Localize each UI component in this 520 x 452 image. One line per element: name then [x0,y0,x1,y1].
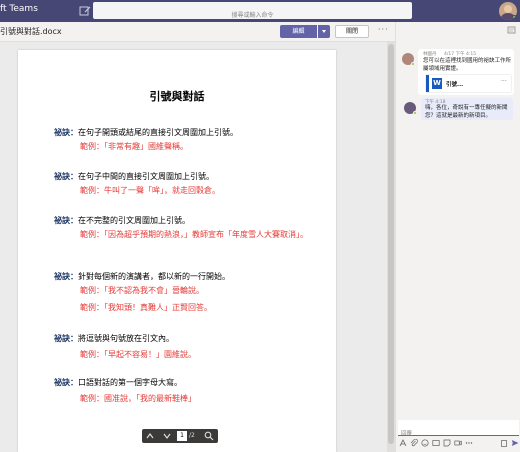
app-name: ft Teams [0,4,38,14]
file-name: 引號... [446,82,464,88]
example-line: 範例：「我不認為我不會」晉輪說。 [80,286,204,295]
edit-button[interactable]: 編輯 [280,25,317,38]
scrollbar-thumb[interactable] [388,44,394,444]
avatar-face [504,5,512,13]
example-line: 範例：牛叫了一聲「哞」，就走回穀倉。 [80,186,220,195]
message-author: 林國丹 [423,52,437,57]
title-bar: ft Teams [0,0,520,24]
clipboard-icon[interactable] [500,439,508,447]
chat-options-icon[interactable] [507,26,516,35]
document-viewer[interactable]: 引號與對話 祕訣：在句子開頭或結尾的直接引文周圍加上引號。 範例：「非常有趣」國… [0,42,387,452]
zoom-icon[interactable] [204,431,214,441]
tip-text: 在句子開頭或結尾的直接引文周圍加上引號。 [78,128,238,137]
tip-line: 祕訣：在句子中間的直接引文周圍加上引號。 [54,171,324,183]
reply-composer[interactable] [398,420,519,442]
tip-line: 祕訣：口語對話的第一個字母大寫。 [54,377,324,389]
chat-pane: 林國丹 4/17 下午 4:15 您可以在這裡找到國用的祕訣工作所屬領域用實證。… [395,22,520,452]
emoji-icon[interactable] [421,439,429,447]
message-text: 您可以在這裡找到國用的祕訣工作所屬領域用實證。 [423,58,512,72]
document-title: 引號與對話 [149,90,205,103]
tip-keyword: 祕訣： [54,272,78,281]
gif-icon[interactable] [432,439,440,447]
chevron-down-icon[interactable] [163,432,171,440]
example-line: 範例：國准說，「我的最新鞋棒」 [80,394,196,403]
sender-avatar[interactable] [404,102,417,115]
example-line: 範例：「我知頭！真難人」正賢回答。 [80,303,212,312]
document-page: 引號與對話 祕訣：在句子開頭或結尾的直接引文周圍加上引號。 範例：「非常有趣」國… [18,50,336,452]
tip-text: 針對每個新的演講者，都以新的一行開始。 [78,272,230,281]
tip-line: 祕訣：針對每個新的演講者，都以新的一行開始。 [54,271,324,283]
tip-line: 祕訣：在不完整的引文周圍加上引號。 [54,215,324,227]
tip-keyword: 祕訣： [54,172,78,181]
user-avatar[interactable] [499,2,517,20]
message-time: 4/17 下午 4:15 [444,52,477,57]
compose-icon[interactable] [78,4,92,18]
more-options-icon[interactable]: ··· [378,25,389,34]
tip-keyword: 祕訣： [54,378,78,387]
tip-line: 祕訣：將逗號與句號放在引文內。 [54,333,324,345]
example-line: 範例：「非常有趣」國維聲稱。 [80,142,188,151]
sender-avatar[interactable] [402,53,415,66]
word-file-icon: W [432,78,442,89]
chevron-up-icon[interactable] [146,432,154,440]
tip-text: 在不完整的引文周圍加上引號。 [78,216,190,225]
more-apps-icon[interactable] [465,439,473,447]
chat-message: 下午 4:18 嗨，各位，奇說有一專任擬的新聞您？這就是最新的新項目。 [421,98,513,120]
example-line: 範例：「早起不容易！」園維說。 [80,350,196,359]
file-attachment[interactable]: W 引號... ··· [426,75,511,92]
message-text: 嗨，各位，奇說有一專任擬的新聞您？這就是最新的新項目。 [425,105,508,119]
presence-status-icon [413,111,417,115]
presence-status-icon [411,62,415,66]
document-file-name: 引號與對話.docx [0,27,62,36]
tip-text: 口語對話的第一個字母大寫。 [78,378,182,387]
edit-dropdown-chevron-icon[interactable] [318,25,330,38]
tip-text: 將逗號與句號放在引文內。 [78,334,174,343]
tip-text: 在句子中間的直接引文周圍加上引號。 [78,172,214,181]
meet-icon[interactable] [454,439,462,447]
search-box[interactable] [93,2,412,24]
sticker-icon[interactable] [443,439,451,447]
tip-keyword: 祕訣： [54,216,78,225]
tip-keyword: 祕訣： [54,334,78,343]
attach-icon[interactable] [410,439,418,447]
document-header: 引號與對話.docx 編輯 關閉 ··· [0,22,395,42]
tip-line: 祕訣：在句子開頭或結尾的直接引文周圍加上引號。 [54,127,324,139]
composer-toolbar [399,439,519,449]
file-more-icon[interactable]: ··· [501,78,507,85]
example-line: 範例：「因為超乎預期的熱浪，」教師宣布「年度雪人大賽取消」。 [80,230,308,239]
tip-keyword: 祕訣： [54,128,78,137]
page-navigator: 1 /2 [142,429,218,443]
page-total: /2 [189,432,195,439]
format-icon[interactable] [399,439,407,447]
page-number-input[interactable]: 1 [177,431,187,441]
presence-status-icon [512,15,517,20]
send-icon[interactable] [511,439,519,447]
close-button[interactable]: 關閉 [335,25,369,38]
